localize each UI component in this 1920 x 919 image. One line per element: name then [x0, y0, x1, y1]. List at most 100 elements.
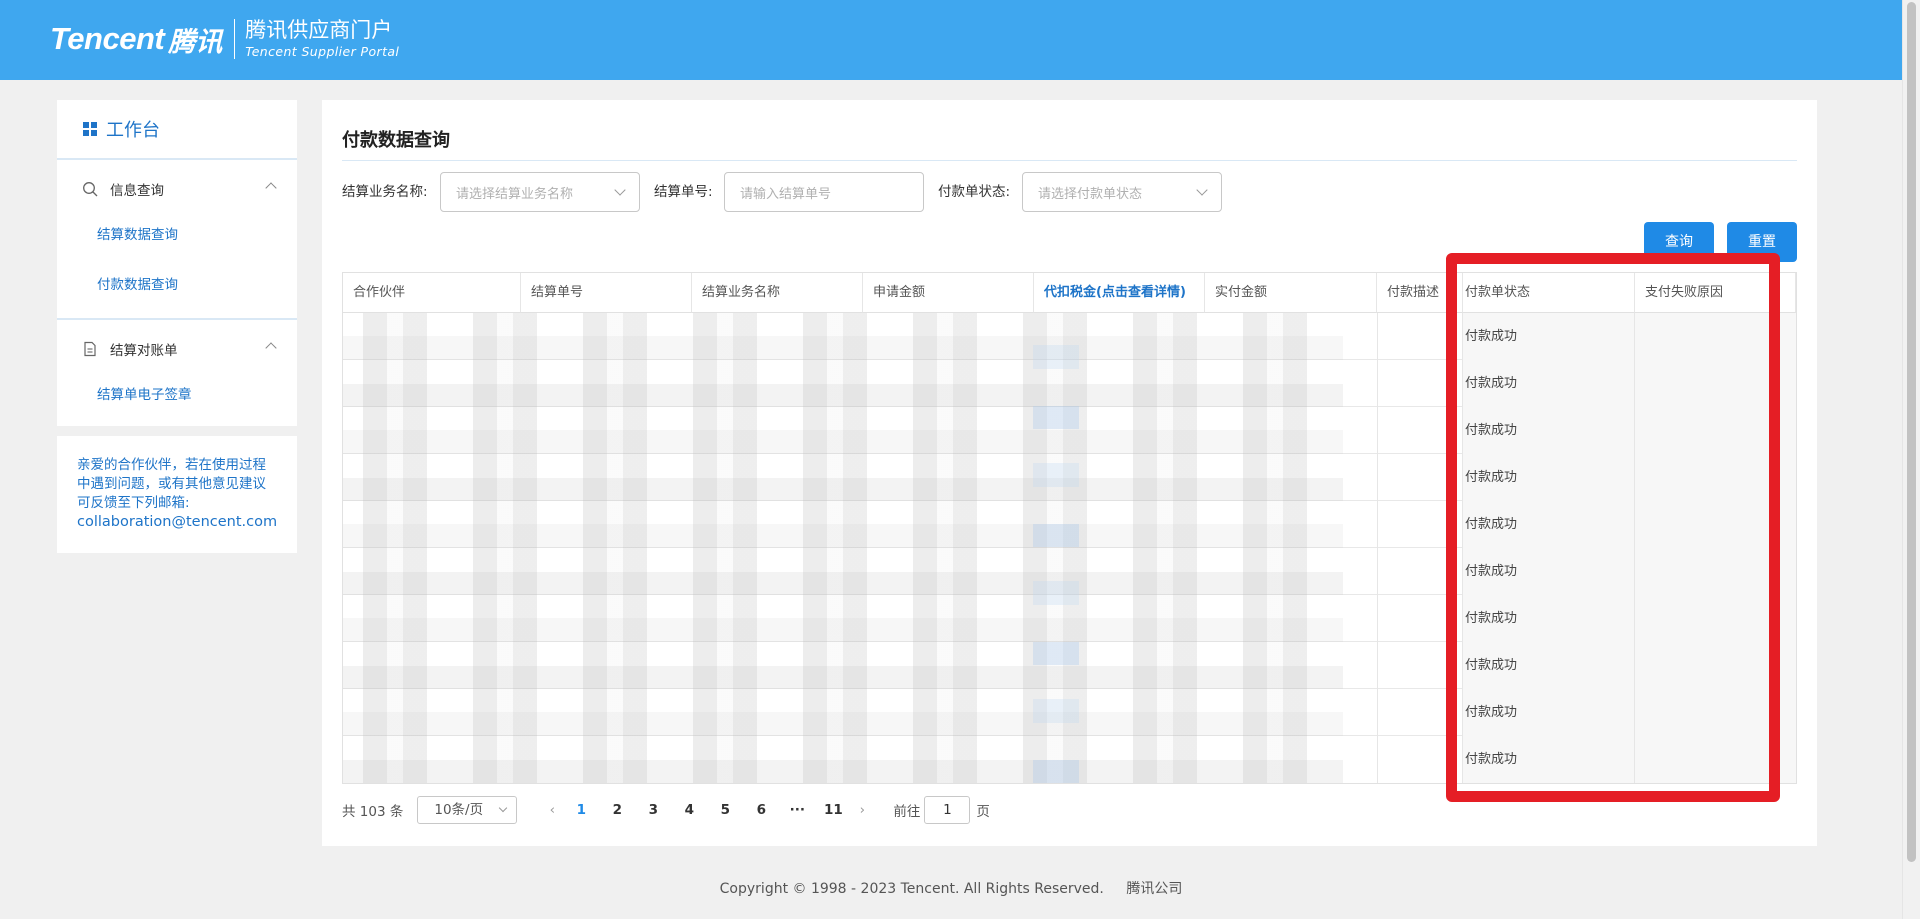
chevron-down-icon [1196, 184, 1208, 196]
portal-name: 腾讯供应商门户 Tencent Supplier Portal [245, 18, 399, 60]
payment-table: 合作伙伴 结算单号 结算业务名称 申请金额 代扣税金(点击查看详情) 实付金额 … [342, 272, 1797, 784]
status-select[interactable]: 请选择付款单状态 [1022, 172, 1222, 212]
desc-cell [1377, 360, 1463, 407]
reason-cell [1635, 454, 1796, 501]
sidebar-item-e-signature[interactable]: 结算单电子签章 [57, 378, 297, 428]
pagination: 共 103 条 10条/页 ‹ 1 2 3 4 5 6 ··· 11 › 前往 … [342, 796, 990, 824]
document-icon [84, 341, 96, 357]
prev-page-button[interactable]: ‹ [541, 802, 563, 818]
help-email-link[interactable]: collaboration@tencent.com [77, 513, 278, 532]
chevron-down-icon [499, 803, 508, 813]
col-header-payment-desc: 付款描述 [1377, 273, 1463, 313]
status-cell: 付款成功 [1463, 736, 1635, 783]
tencent-logo[interactable]: Tencent 腾讯 腾讯供应商门户 Tencent Supplier Port… [50, 18, 399, 60]
next-page-button[interactable]: › [851, 802, 873, 818]
reset-button[interactable]: 重置 [1727, 222, 1797, 262]
goto-label: 前往 [893, 804, 921, 820]
biz-name-select[interactable]: 请选择结算业务名称 [440, 172, 640, 212]
help-text: 亲爱的合作伙伴，若在使用过程中遇到问题，或有其他意见建议可反馈至下列邮箱: [77, 457, 266, 511]
desc-cell [1377, 407, 1463, 454]
order-no-label: 结算单号: [654, 184, 713, 200]
order-no-input[interactable]: 请输入结算单号 [724, 172, 924, 212]
menu-head-info-query[interactable]: 信息查询 [57, 160, 297, 218]
desc-cell [1377, 454, 1463, 501]
page-number[interactable]: 2 [599, 802, 635, 818]
title-divider [342, 160, 1797, 161]
reason-cell [1635, 360, 1796, 407]
portal-name-cn: 腾讯供应商门户 [245, 18, 393, 42]
page-number[interactable]: 3 [635, 802, 671, 818]
page-number[interactable]: 1 [563, 802, 599, 818]
biz-name-placeholder: 请选择结算业务名称 [456, 187, 574, 202]
status-cell: 付款成功 [1463, 548, 1635, 595]
status-cell: 付款成功 [1463, 313, 1635, 360]
goto-suffix: 页 [976, 804, 990, 820]
redacted-tax-column [1033, 313, 1079, 783]
query-button[interactable]: 查询 [1644, 222, 1714, 262]
desc-cell [1377, 595, 1463, 642]
col-header-biz-name: 结算业务名称 [692, 273, 863, 313]
order-no-placeholder: 请输入结算单号 [740, 187, 832, 202]
top-header: Tencent 腾讯 腾讯供应商门户 Tencent Supplier Port… [0, 0, 1902, 80]
sidebar-nav: 工作台 信息查询 结算数据查询 付款数据查询 结算对账单 结算单电子签章 [57, 100, 297, 426]
page-title: 付款数据查询 [342, 130, 450, 151]
help-notice: 亲爱的合作伙伴，若在使用过程中遇到问题，或有其他意见建议可反馈至下列邮箱: co… [57, 436, 297, 553]
copyright-text: Copyright © 1998 - 2023 Tencent. All Rig… [719, 881, 1104, 897]
main-panel: 付款数据查询 结算业务名称: 请选择结算业务名称 结算单号: 请输入结算单号 付… [322, 100, 1817, 846]
chevron-up-icon[interactable] [265, 182, 277, 194]
menu-group-info-query: 信息查询 结算数据查询 付款数据查询 [57, 160, 297, 320]
portal-name-en: Tencent Supplier Portal [245, 44, 400, 59]
logo-divider [234, 19, 236, 59]
page-ellipsis[interactable]: ··· [779, 802, 815, 818]
desc-cell [1377, 313, 1463, 360]
status-label: 付款单状态: [938, 184, 1011, 200]
reason-cell [1635, 595, 1796, 642]
menu-group-statement: 结算对账单 结算单电子签章 [57, 320, 297, 428]
sidebar-item-settlement-query[interactable]: 结算数据查询 [57, 218, 297, 268]
page-size-select[interactable]: 10条/页 [417, 796, 518, 824]
status-placeholder: 请选择付款单状态 [1038, 187, 1143, 202]
desc-cell [1377, 736, 1463, 783]
menu-head-statement[interactable]: 结算对账单 [57, 320, 297, 378]
sidebar-item-payment-query[interactable]: 付款数据查询 [57, 268, 297, 318]
chevron-up-icon[interactable] [265, 342, 277, 354]
page-number[interactable]: 11 [815, 802, 851, 818]
logo-brand-cn: 腾讯 [168, 26, 223, 58]
reason-cell [1635, 642, 1796, 689]
col-header-payment-status: 付款单状态 [1463, 273, 1635, 313]
desc-cell [1377, 548, 1463, 595]
desc-cell [1377, 642, 1463, 689]
biz-name-label: 结算业务名称: [342, 184, 428, 200]
col-header-fail-reason: 支付失败原因 [1635, 273, 1796, 313]
status-cell: 付款成功 [1463, 407, 1635, 454]
col-header-paid-amount: 实付金额 [1205, 273, 1377, 313]
reason-cell [1635, 501, 1796, 548]
logo-brand-en: Tencent [50, 21, 165, 56]
reason-cell [1635, 313, 1796, 360]
status-cell: 付款成功 [1463, 360, 1635, 407]
status-cell: 付款成功 [1463, 689, 1635, 736]
reason-cell [1635, 736, 1796, 783]
menu-head-label: 结算对账单 [110, 343, 178, 359]
col-header-withholding-tax[interactable]: 代扣税金(点击查看详情) [1034, 273, 1205, 313]
desc-cell [1377, 689, 1463, 736]
reason-cell [1635, 548, 1796, 595]
scrollbar-thumb[interactable] [1907, 2, 1916, 862]
page-number[interactable]: 5 [707, 802, 743, 818]
sidebar-workbench[interactable]: 工作台 [57, 100, 297, 160]
page-scrollbar[interactable] [1902, 0, 1920, 919]
desc-cell [1377, 501, 1463, 548]
status-cell: 付款成功 [1463, 454, 1635, 501]
page-footer: Copyright © 1998 - 2023 Tencent. All Rig… [0, 860, 1902, 919]
reason-cell [1635, 407, 1796, 454]
redacted-data-area [343, 313, 1343, 783]
status-cell: 付款成功 [1463, 595, 1635, 642]
page-number[interactable]: 4 [671, 802, 707, 818]
goto-page-input[interactable]: 1 [924, 796, 971, 824]
grid-icon [83, 122, 97, 136]
workbench-label: 工作台 [106, 120, 160, 141]
page-number[interactable]: 6 [743, 802, 779, 818]
menu-head-label: 信息查询 [110, 183, 164, 199]
page-size-value: 10条/页 [434, 802, 484, 818]
reason-cell [1635, 689, 1796, 736]
